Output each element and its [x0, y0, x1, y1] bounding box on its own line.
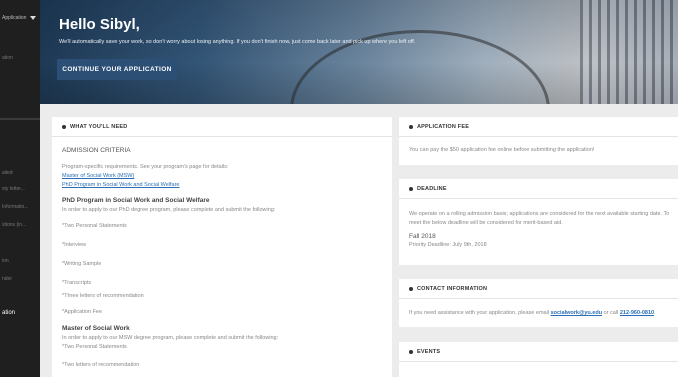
list-item: *Writing Sample — [62, 261, 102, 267]
msw-intro: In order to apply to our MSW degree prog… — [62, 335, 279, 341]
card-title: WHAT YOU'LL NEED — [70, 123, 128, 130]
list-item: *Transcripts — [62, 280, 92, 286]
contact-card: CONTACT INFORMATION If you need assistan… — [399, 279, 678, 327]
sidebar-item-active[interactable]: ation — [2, 310, 15, 316]
greeting-title: Hello Sibyl, — [59, 16, 140, 33]
sidebar-item[interactable]: nder — [2, 276, 12, 282]
card-title: DEADLINE — [417, 185, 447, 192]
msw-heading: Master of Social Work — [62, 325, 130, 332]
contact-text-mid: or call — [602, 310, 620, 316]
sidebar-app-label[interactable]: Application — [2, 15, 26, 21]
card-header: EVENTS — [399, 342, 678, 362]
deadline-text-1: We operate on a rolling admission basis;… — [409, 211, 670, 217]
phd-heading: PhD Program in Social Work and Social We… — [62, 197, 210, 204]
deadline-term: Fall 2018 — [409, 233, 436, 240]
sidebar-item[interactable]: Informatio... — [2, 204, 28, 210]
info-icon — [409, 286, 413, 291]
application-fee-card: APPLICATION FEE You can pay the $50 appl… — [399, 117, 678, 165]
list-item: *Application Fee — [62, 309, 103, 315]
contact-text-before: If you need assistance with your applica… — [409, 310, 551, 316]
card-title: CONTACT INFORMATION — [417, 285, 488, 292]
deadline-card: DEADLINE We operate on a rolling admissi… — [399, 179, 678, 265]
fee-text: You can pay the $50 application fee onli… — [409, 147, 595, 153]
chevron-down-icon[interactable] — [30, 16, 36, 20]
events-card: EVENTS — [399, 342, 678, 377]
continue-application-button[interactable]: CONTINUE YOUR APPLICATION — [57, 59, 177, 80]
contact-email-link[interactable]: socialwork@yu.edu — [551, 310, 603, 316]
info-icon — [409, 124, 413, 129]
card-title: APPLICATION FEE — [417, 123, 470, 130]
hero-banner: Hello Sibyl, We'll automatically save yo… — [40, 0, 678, 104]
admission-heading: ADMISSION CRITERIA — [62, 147, 131, 154]
sidebar-item[interactable]: ion — [2, 258, 9, 264]
sidebar-item[interactable]: ailed — [2, 170, 13, 176]
sidebar: Application ation ailed sty letter... In… — [0, 0, 40, 377]
sidebar-item[interactable]: sty letter... — [2, 186, 25, 192]
link-msw[interactable]: Master of Social Work (MSW) — [62, 173, 134, 179]
card-header: CONTACT INFORMATION — [399, 279, 678, 299]
info-icon — [62, 124, 66, 129]
deadline-text-2: meet the below deadline will be consider… — [409, 220, 563, 226]
deadline-priority: Priority Deadline: July 9th, 2018 — [409, 242, 487, 248]
admission-intro: Program-specific requirements. See your … — [62, 164, 229, 170]
list-item: *Two letters of recommendation — [62, 362, 140, 368]
phd-intro: In order to apply to our PhD degree prog… — [62, 207, 276, 213]
info-icon — [409, 186, 413, 191]
card-header: DEADLINE — [399, 179, 678, 199]
contact-text-after: . — [654, 310, 656, 316]
list-item: *Two Personal Statements — [62, 344, 127, 350]
what-youll-need-card: WHAT YOU'LL NEED ADMISSION CRITERIA Prog… — [52, 117, 392, 377]
contact-phone-link[interactable]: 212-960-0810 — [620, 310, 654, 316]
card-title: EVENTS — [417, 348, 441, 355]
greeting-subtitle: We'll automatically save your work, so d… — [59, 39, 416, 45]
sidebar-divider — [0, 118, 40, 120]
info-icon — [409, 349, 413, 354]
sidebar-item[interactable]: ation — [2, 55, 13, 61]
contact-text: If you need assistance with your applica… — [409, 310, 656, 316]
link-phd[interactable]: PhD Program in Social Work and Social We… — [62, 182, 180, 188]
hero-decor-building — [580, 0, 678, 104]
card-header: APPLICATION FEE — [399, 117, 678, 137]
card-header: WHAT YOU'LL NEED — [52, 117, 392, 137]
list-item: *Three letters of recommendation — [62, 293, 144, 299]
list-item: *Two Personal Statements — [62, 223, 127, 229]
list-item: *Interview — [62, 242, 87, 248]
sidebar-item[interactable]: stions (in... — [2, 222, 26, 228]
